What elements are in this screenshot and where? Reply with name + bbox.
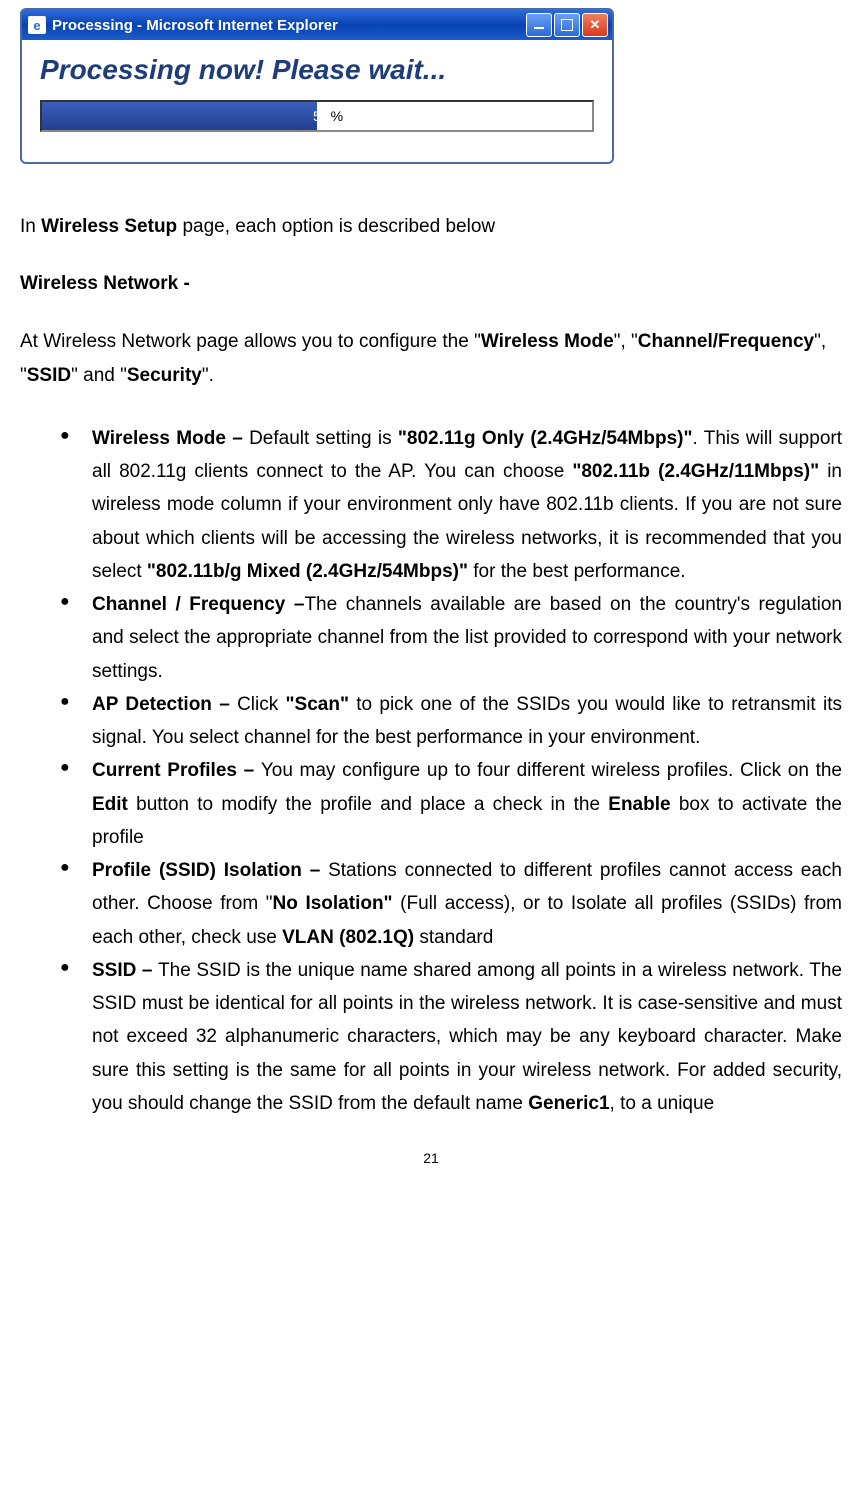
window-controls: ✕ xyxy=(526,13,612,37)
processing-heading: Processing now! Please wait... xyxy=(40,54,594,86)
text: At Wireless Network page allows you to c… xyxy=(20,331,481,352)
bold-text: Security xyxy=(127,365,202,386)
list-item: Current Profiles – You may configure up … xyxy=(60,754,842,854)
window-content: Processing now! Please wait... 50% xyxy=(22,40,612,162)
text: button to modify the profile and place a… xyxy=(128,794,608,815)
bold-text: No Isolation" xyxy=(273,893,393,914)
document-page: e Processing - Microsoft Internet Explor… xyxy=(0,0,862,1186)
bold-text: "802.11g Only (2.4GHz/54Mbps)" xyxy=(398,428,693,449)
page-number: 21 xyxy=(20,1150,842,1166)
bullet-list: Wireless Mode – Default setting is "802.… xyxy=(20,422,842,1120)
bold-text: Current Profiles – xyxy=(92,760,261,781)
bold-text: Edit xyxy=(92,794,128,815)
bold-text: "802.11b (2.4GHz/11Mbps)" xyxy=(572,461,819,482)
progress-percent: 50 xyxy=(313,108,329,124)
close-button[interactable]: ✕ xyxy=(582,13,608,37)
text: " and " xyxy=(71,365,127,386)
bold-text: "802.11b/g Mixed (2.4GHz/54Mbps)" xyxy=(147,561,468,582)
minimize-button[interactable] xyxy=(526,13,552,37)
window-title: Processing - Microsoft Internet Explorer xyxy=(52,17,526,34)
progress-label: 50% xyxy=(313,108,343,124)
bold-text: AP Detection – xyxy=(92,694,237,715)
bold-text: VLAN (802.1Q) xyxy=(282,927,414,948)
ie-logo-icon: e xyxy=(28,16,46,34)
text: The SSID is the unique name shared among… xyxy=(92,960,842,1114)
window-titlebar: e Processing - Microsoft Internet Explor… xyxy=(22,10,612,40)
text: for the best performance. xyxy=(468,561,686,582)
bold-text: Profile (SSID) Isolation – xyxy=(92,860,328,881)
section-heading: Wireless Network - xyxy=(20,273,842,295)
bold-text: Enable xyxy=(608,794,670,815)
list-item: AP Detection – Click "Scan" to pick one … xyxy=(60,688,842,755)
text: , to a unique xyxy=(610,1093,715,1114)
text: Click xyxy=(237,694,285,715)
config-intro-paragraph: At Wireless Network page allows you to c… xyxy=(20,325,842,392)
maximize-button[interactable] xyxy=(554,13,580,37)
intro-paragraph: In Wireless Setup page, each option is d… xyxy=(20,210,842,243)
progress-bar: 50% xyxy=(40,100,594,132)
bold-text: Generic1 xyxy=(528,1093,609,1114)
bold-text: Wireless Setup xyxy=(41,216,177,237)
text: Default setting is xyxy=(249,428,398,449)
text: ", " xyxy=(614,331,638,352)
progress-fill xyxy=(42,102,317,130)
ie-window: e Processing - Microsoft Internet Explor… xyxy=(20,8,614,164)
list-item: Channel / Frequency –The channels availa… xyxy=(60,588,842,688)
text: page, each option is described below xyxy=(177,216,495,237)
bold-text: Channel/Frequency xyxy=(638,331,814,352)
text: In xyxy=(20,216,41,237)
bold-text: SSID – xyxy=(92,960,158,981)
list-item: Wireless Mode – Default setting is "802.… xyxy=(60,422,842,588)
bold-text: Wireless Mode xyxy=(481,331,614,352)
bold-text: Channel / Frequency – xyxy=(92,594,304,615)
percent-symbol: % xyxy=(331,108,343,124)
bold-text: SSID xyxy=(27,365,71,386)
bold-text: "Scan" xyxy=(286,694,349,715)
text: ". xyxy=(202,365,214,386)
list-item: SSID – The SSID is the unique name share… xyxy=(60,954,842,1120)
text: You may configure up to four different w… xyxy=(261,760,842,781)
list-item: Profile (SSID) Isolation – Stations conn… xyxy=(60,854,842,954)
bold-text: Wireless Mode – xyxy=(92,428,249,449)
text: standard xyxy=(414,927,493,948)
